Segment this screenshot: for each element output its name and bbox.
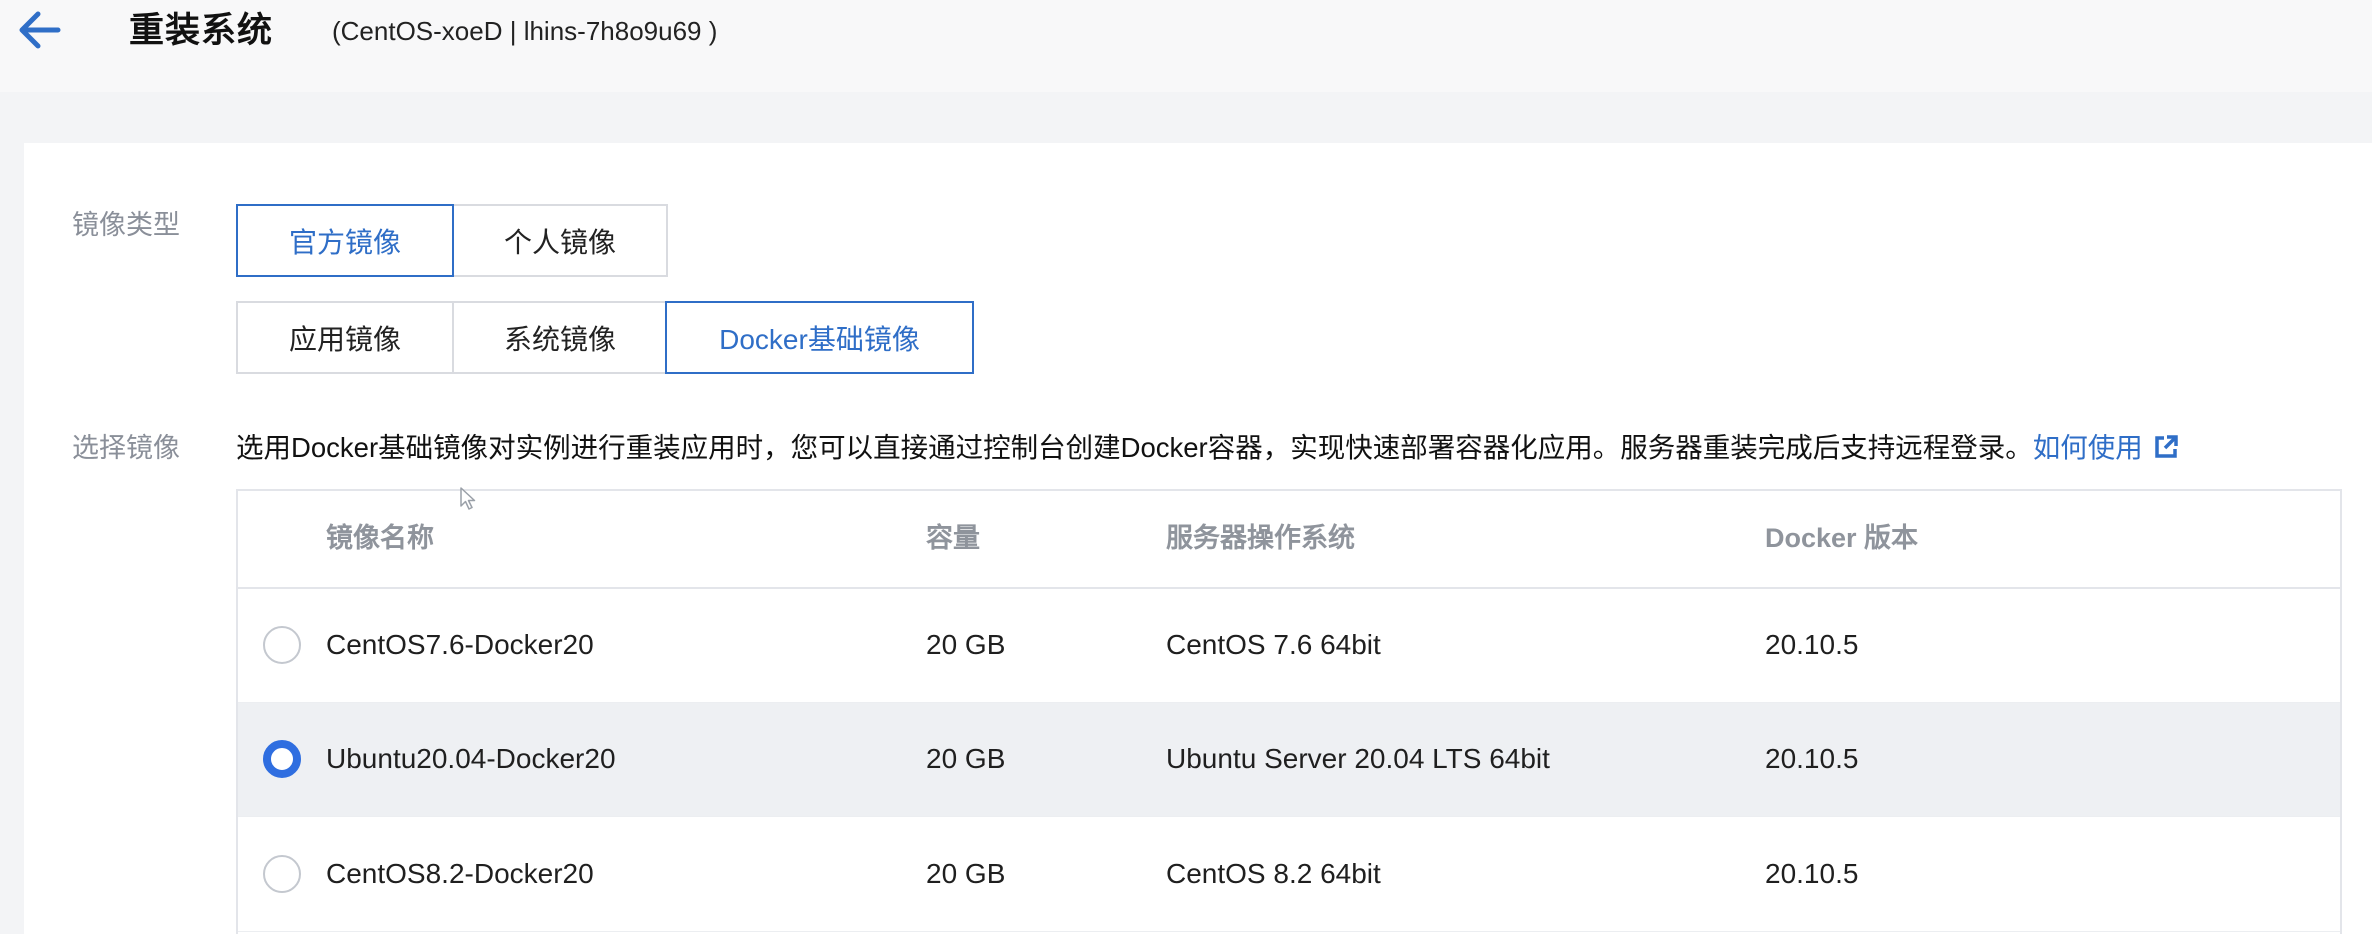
table-row[interactable]: CentOS8.2-Docker20 20 GB CentOS 8.2 64bi…	[238, 818, 2340, 932]
table-row[interactable]: Ubuntu20.04-Docker20 20 GB Ubuntu Server…	[238, 703, 2340, 817]
column-header-server-os: 服务器操作系统	[1166, 523, 1355, 553]
capacity-cell: 20 GB	[926, 743, 1006, 774]
image-name-cell: CentOS8.2-Docker20	[326, 858, 594, 889]
docker-version-cell: 20.10.5	[1765, 858, 1859, 889]
capacity-cell: 20 GB	[926, 858, 1006, 889]
table-row[interactable]: CentOS7.6-Docker20 20 GB CentOS 7.6 64bi…	[238, 589, 2340, 703]
page-header: 重装系统 (CentOS-xoeD | lhins-7h8o9u69 )	[0, 0, 2372, 92]
subtab-app-image[interactable]: 应用镜像	[236, 301, 454, 374]
column-header-docker-version: Docker 版本	[1765, 523, 1919, 553]
back-button[interactable]	[14, 8, 64, 52]
os-cell: CentOS 7.6 64bit	[1166, 629, 1381, 660]
row-radio[interactable]	[263, 855, 301, 893]
how-to-use-link-text[interactable]: 如何使用	[2033, 432, 2143, 463]
how-to-use-link[interactable]: 如何使用	[2033, 432, 2179, 463]
capacity-cell: 20 GB	[926, 629, 1006, 660]
select-image-label: 选择镜像	[72, 433, 180, 463]
row-radio[interactable]	[263, 626, 301, 664]
image-name-cell: CentOS7.6-Docker20	[326, 629, 594, 660]
image-name-cell: Ubuntu20.04-Docker20	[326, 743, 616, 774]
docker-version-cell: 20.10.5	[1765, 629, 1859, 660]
image-type-label: 镜像类型	[72, 210, 180, 240]
column-header-image-name: 镜像名称	[326, 523, 434, 553]
docker-image-description: 选用Docker基础镜像对实例进行重装应用时，您可以直接通过控制台创建Docke…	[236, 428, 2179, 468]
docker-version-cell: 20.10.5	[1765, 743, 1859, 774]
tab-personal-image[interactable]: 个人镜像	[452, 204, 668, 277]
description-text: 选用Docker基础镜像对实例进行重装应用时，您可以直接通过控制台创建Docke…	[236, 432, 2033, 463]
tab-official-image[interactable]: 官方镜像	[236, 204, 454, 277]
os-cell: Ubuntu Server 20.04 LTS 64bit	[1166, 743, 1550, 774]
page-title: 重装系统	[129, 11, 274, 50]
column-header-capacity: 容量	[926, 523, 980, 553]
image-table: 镜像名称 容量 服务器操作系统 Docker 版本 CentOS7.6-Dock…	[236, 489, 2342, 934]
table-header: 镜像名称 容量 服务器操作系统 Docker 版本	[238, 491, 2340, 589]
instance-info: (CentOS-xoeD | lhins-7h8o9u69 )	[332, 16, 718, 46]
row-radio-selected[interactable]	[263, 740, 301, 778]
subtab-system-image[interactable]: 系统镜像	[452, 301, 668, 374]
arrow-left-icon	[19, 11, 61, 49]
external-link-icon[interactable]	[2153, 434, 2179, 460]
subtab-docker-base-image[interactable]: Docker基础镜像	[665, 301, 974, 374]
os-cell: CentOS 8.2 64bit	[1166, 858, 1381, 889]
